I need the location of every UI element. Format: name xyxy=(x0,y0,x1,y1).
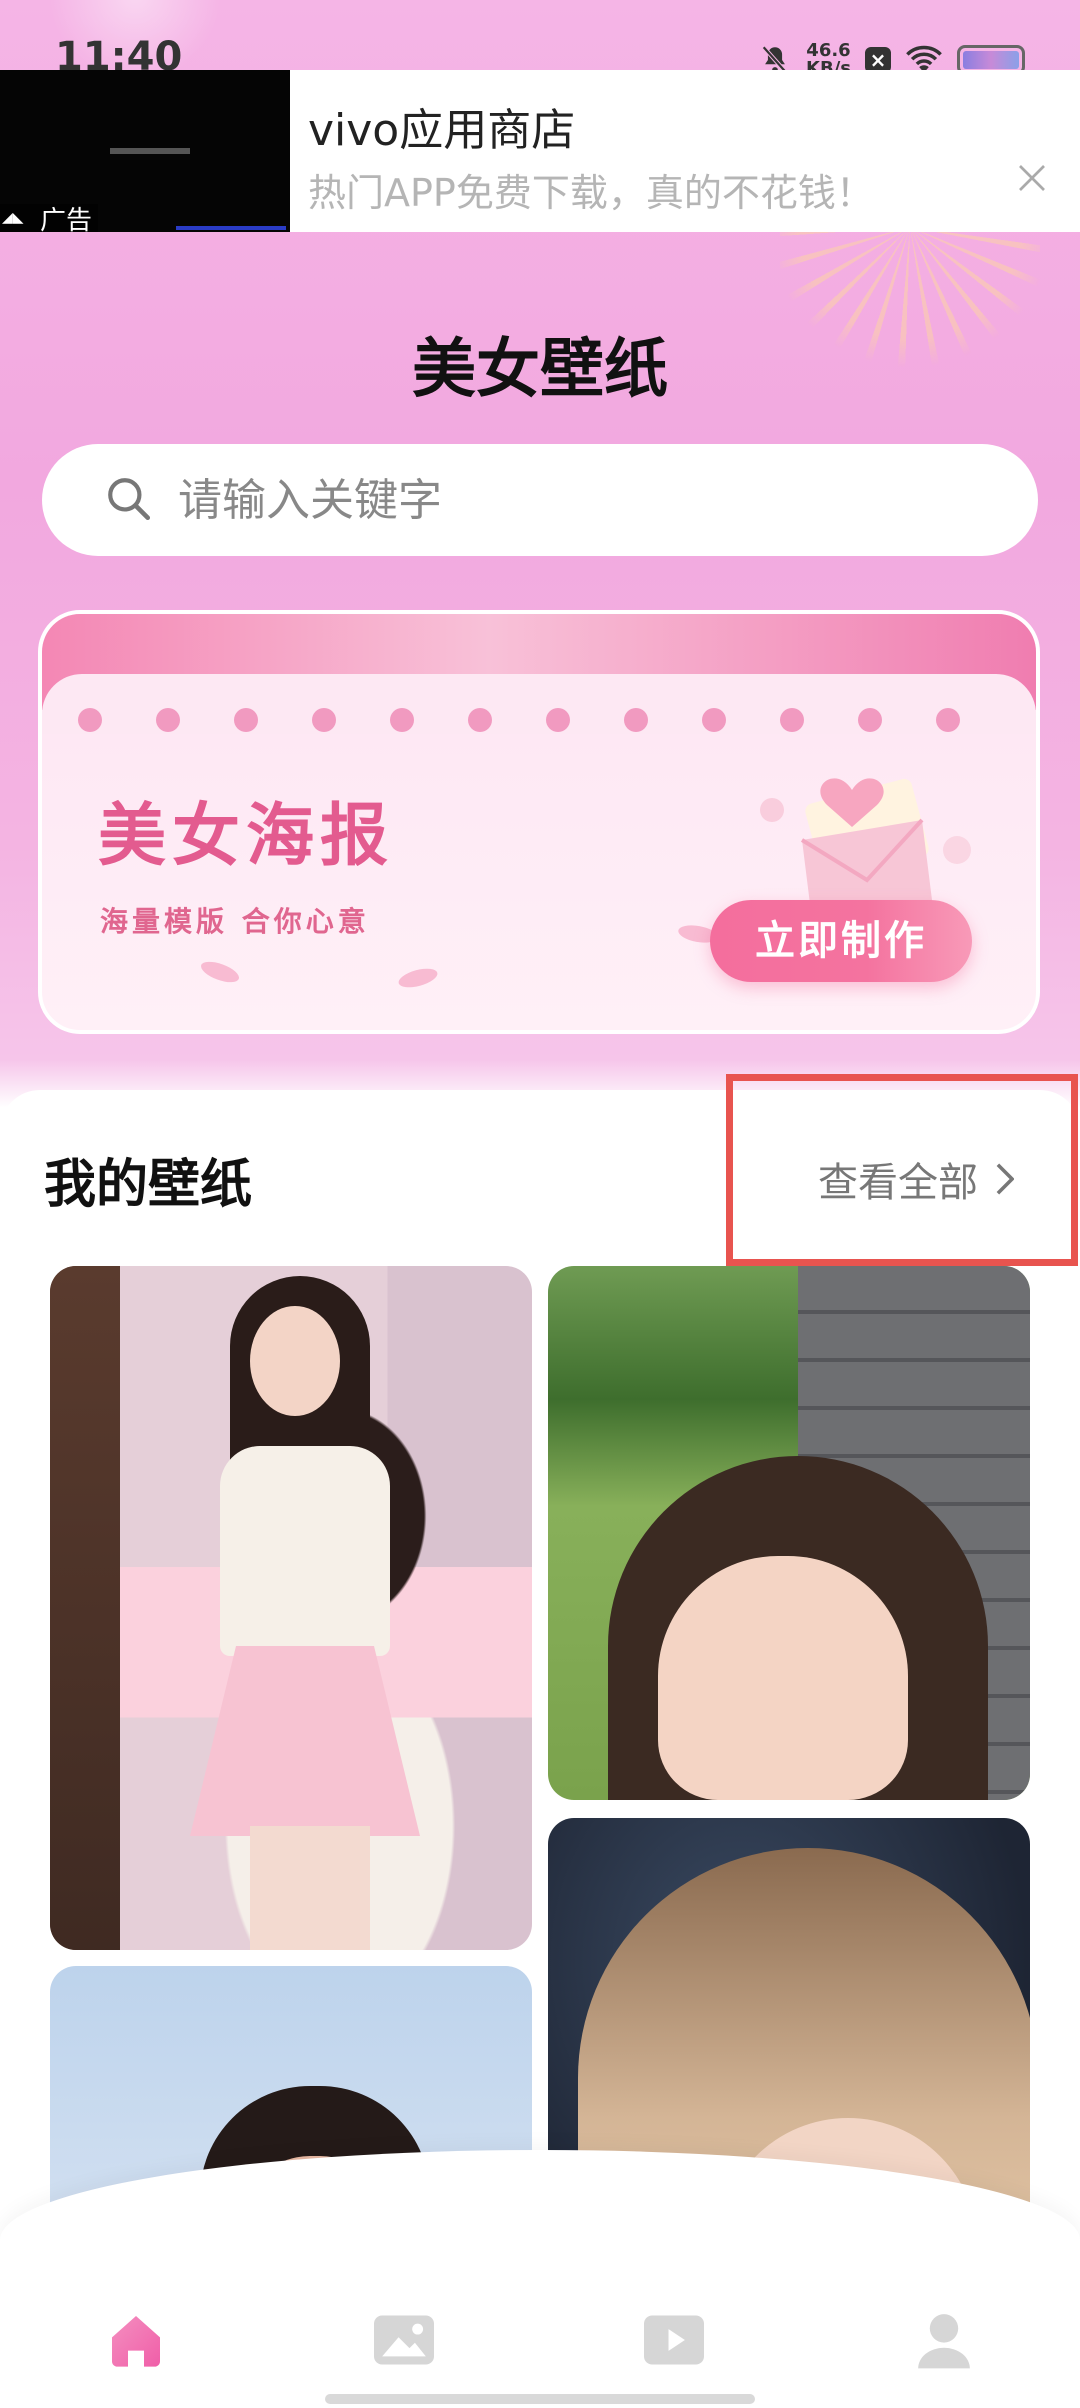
section-title: 我的壁纸 xyxy=(44,1155,253,1215)
ad-banner[interactable]: ◢◣ 广告 vivo应用商店 热门APP免费下载，真的不花钱！ xyxy=(0,70,1080,236)
app-screen: 11:40 46.6 KB/s × ◢◣ 广告 vivo应用商店 热门APP免费… xyxy=(0,0,1080,2408)
video-icon[interactable] xyxy=(641,2310,707,2370)
image-icon[interactable] xyxy=(371,2310,437,2370)
wallpaper-thumbnail[interactable] xyxy=(548,1266,1030,1800)
ad-title[interactable]: vivo应用商店 xyxy=(308,94,575,158)
wallpaper-thumbnail[interactable] xyxy=(50,1266,532,1950)
ad-subtitle[interactable]: 热门APP免费下载，真的不花钱！ xyxy=(308,162,874,217)
ad-tag: ◢◣ 广告 xyxy=(0,204,99,236)
poster-subtitle: 海量模版 合你心意 xyxy=(100,905,370,938)
page-title: 美女壁纸 xyxy=(412,333,668,407)
poster-title: 美女海报 xyxy=(98,797,395,876)
ad-thumbnail[interactable]: ◢◣ 广告 xyxy=(0,70,290,236)
nav-home[interactable] xyxy=(96,2300,176,2380)
bottom-nav xyxy=(0,2240,1080,2408)
ad-logo-icon: ◢◣ xyxy=(2,210,24,226)
ad-tag-label: 广告 xyxy=(40,205,93,236)
poster-banner[interactable]: 美女海报 海量模版 合你心意 立即制作 xyxy=(38,610,1040,1034)
nav-video[interactable] xyxy=(634,2300,714,2380)
create-now-button[interactable]: 立即制作 xyxy=(710,900,972,982)
highlight-annotation-box xyxy=(726,1074,1078,1266)
home-icon[interactable] xyxy=(104,2308,168,2372)
search-bar[interactable] xyxy=(42,444,1038,556)
status-bar: 11:40 46.6 KB/s × xyxy=(0,0,1080,80)
close-icon[interactable] xyxy=(1016,162,1048,194)
search-input[interactable] xyxy=(178,444,998,556)
profile-icon[interactable] xyxy=(913,2307,975,2373)
nav-gallery[interactable] xyxy=(364,2300,444,2380)
nav-profile[interactable] xyxy=(904,2300,984,2380)
gesture-bar[interactable] xyxy=(325,2394,755,2404)
search-icon xyxy=(108,478,151,521)
